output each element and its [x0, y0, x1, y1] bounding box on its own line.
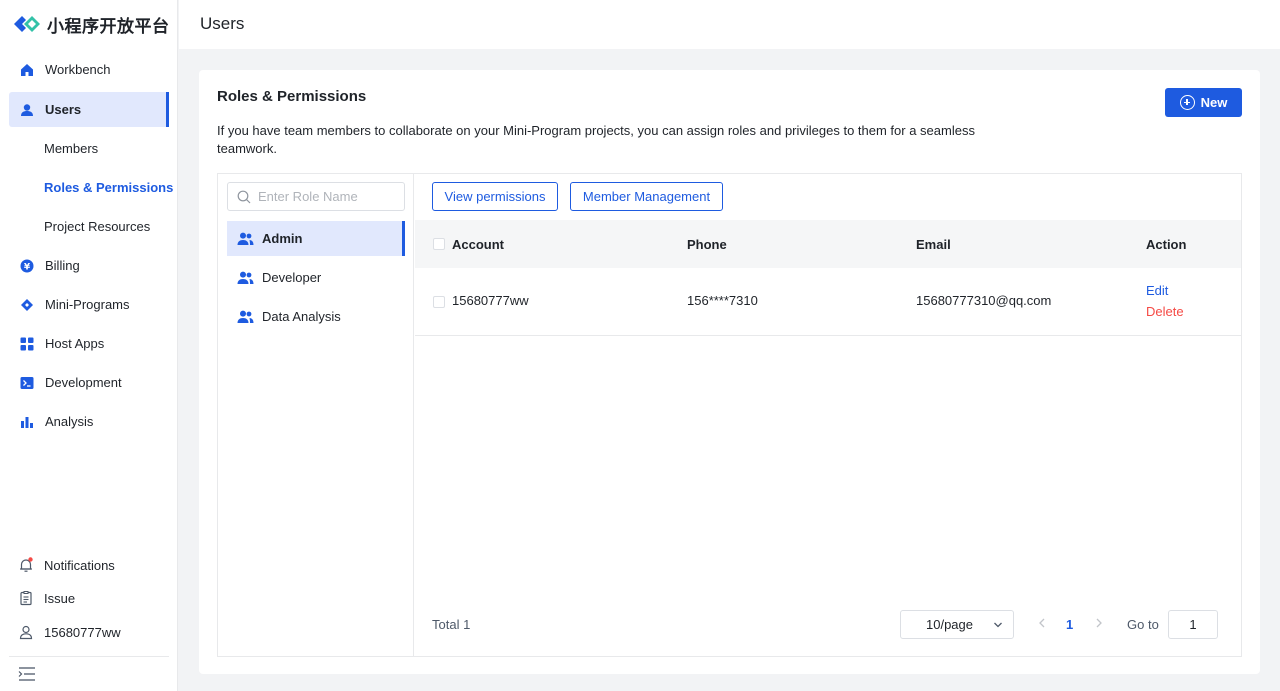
terminal-icon [19, 375, 35, 391]
column-header-action: Action [1146, 237, 1187, 252]
sidebar-item-analysis[interactable]: Analysis [9, 404, 169, 439]
user-icon [19, 102, 35, 118]
role-label: Data Analysis [262, 309, 341, 324]
sidebar-item-billing[interactable]: ¥ Billing [9, 248, 169, 283]
sidebar-item-label: Workbench [45, 62, 111, 77]
page-title: Users [200, 14, 245, 33]
table-row: 15680777ww 156****7310 15680777310@qq.co… [415, 268, 1241, 336]
roles-list: Admin Developer Data Analysis [218, 174, 414, 656]
page-size-value: 10/page [926, 617, 973, 632]
sidebar-item-label: Analysis [45, 414, 94, 429]
delete-link[interactable]: Delete [1146, 304, 1184, 319]
sidebar-subitem-project-resources[interactable]: Project Resources [44, 219, 150, 234]
sidebar-item-label: Billing [45, 258, 80, 273]
sidebar-item-users[interactable]: Users [9, 92, 169, 127]
cell-phone: 156****7310 [687, 293, 758, 308]
card-description: If you have team members to collaborate … [217, 123, 975, 156]
user-group-icon [237, 271, 254, 285]
page-header: Users [179, 0, 1280, 49]
bell-icon [18, 557, 34, 573]
sidebar-divider [9, 656, 169, 657]
sidebar-item-development[interactable]: Development [9, 365, 169, 400]
role-search-input[interactable] [258, 189, 398, 204]
notifications-link[interactable]: Notifications [18, 557, 115, 573]
sidebar-item-label: Mini-Programs [45, 297, 130, 312]
chevron-down-icon [994, 622, 1002, 628]
role-item-data-analysis[interactable]: Data Analysis [227, 299, 405, 334]
sidebar-item-label: Users [45, 102, 82, 117]
roles-permissions-card: Roles & Permissions If you have team mem… [199, 70, 1260, 674]
sidebar-subitem-members[interactable]: Members [44, 141, 98, 156]
prev-page-icon[interactable] [1035, 616, 1049, 630]
user-group-icon [237, 232, 254, 246]
select-all-checkbox[interactable] [433, 238, 445, 250]
sidebar-subitem-roles-permissions[interactable]: Roles & Permissions [44, 180, 173, 195]
column-header-email: Email [916, 237, 951, 252]
sidebar-item-label: Development [45, 375, 122, 390]
roles-panel: Admin Developer Data Analysis View permi… [217, 173, 1242, 657]
next-page-icon[interactable] [1092, 616, 1106, 630]
issue-link[interactable]: Issue [18, 590, 75, 606]
user-outline-icon [18, 624, 34, 640]
column-header-phone: Phone [687, 237, 727, 252]
brand-name: 小程序开放平台 [47, 16, 170, 37]
logo-icon [12, 12, 42, 36]
goto-label: Go to [1127, 617, 1159, 632]
user-group-icon [237, 310, 254, 324]
column-header-account: Account [452, 237, 504, 252]
role-item-developer[interactable]: Developer [227, 260, 405, 295]
user-account-label: 15680777ww [44, 624, 121, 640]
row-checkbox[interactable] [433, 296, 445, 308]
page-number-current[interactable]: 1 [1066, 617, 1073, 632]
cell-email: 15680777310@qq.com [916, 293, 1052, 308]
grid-icon [19, 336, 35, 352]
sidebar: 小程序开放平台 Workbench Users Members Roles & … [0, 0, 178, 691]
total-count: Total 1 [432, 617, 471, 632]
bar-chart-icon [19, 414, 35, 430]
view-permissions-button[interactable]: View permissions [432, 182, 558, 211]
sidebar-item-workbench[interactable]: Workbench [9, 52, 169, 87]
diamond-icon [19, 297, 35, 313]
member-management-button[interactable]: Member Management [570, 182, 723, 211]
plus-circle-icon [1179, 95, 1195, 110]
page-size-select[interactable]: 10/page [900, 610, 1014, 639]
role-label: Developer [262, 270, 322, 285]
sidebar-item-mini-programs[interactable]: Mini-Programs [9, 287, 169, 322]
issue-label: Issue [44, 590, 76, 606]
new-button-label: New [1200, 95, 1228, 110]
notifications-label: Notifications [44, 557, 115, 573]
sidebar-item-label: Host Apps [45, 336, 105, 351]
clipboard-icon [18, 590, 34, 606]
role-search[interactable] [227, 182, 405, 211]
role-item-admin[interactable]: Admin [227, 221, 405, 256]
search-icon [237, 190, 251, 203]
collapse-menu-icon[interactable] [18, 666, 36, 682]
yen-icon: ¥ [19, 258, 35, 274]
sidebar-item-host-apps[interactable]: Host Apps [9, 326, 169, 361]
user-account-link[interactable]: 15680777ww [18, 624, 121, 640]
home-icon [19, 62, 35, 78]
table-header: Account Phone Email Action [415, 220, 1241, 268]
members-table-area: View permissions Member Management Accou… [415, 174, 1241, 656]
cell-account: 15680777ww [452, 293, 529, 308]
new-role-button[interactable]: New [1165, 88, 1242, 117]
brand-logo[interactable]: 小程序开放平台 [12, 12, 170, 37]
card-title: Roles & Permissions [217, 88, 367, 105]
svg-text:¥: ¥ [24, 262, 31, 272]
role-label: Admin [262, 231, 303, 246]
goto-page-input[interactable] [1168, 610, 1218, 639]
edit-link[interactable]: Edit [1146, 283, 1168, 298]
